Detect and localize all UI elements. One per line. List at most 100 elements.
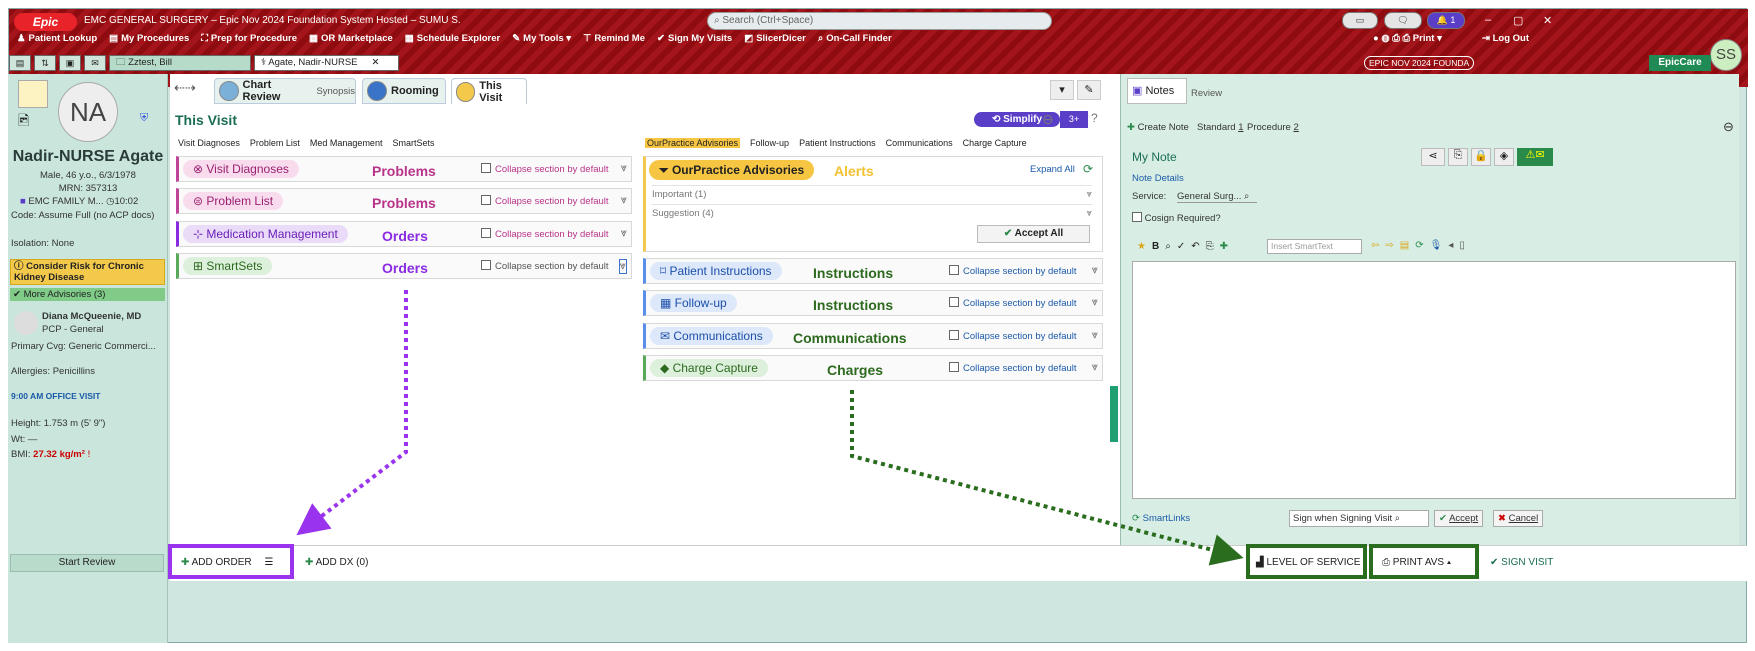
create-note-button[interactable]: ✚ Create Note: [1127, 122, 1189, 133]
notification-button[interactable]: 🔔 1: [1427, 12, 1465, 29]
back-forward-icon[interactable]: ⇠⇢: [174, 80, 196, 96]
section-communications[interactable]: ✉ Communications Communications Collapse…: [643, 323, 1103, 349]
chevron-down-icon[interactable]: ⩔: [621, 227, 627, 240]
chevron-down-icon[interactable]: ⩔: [1092, 264, 1098, 277]
chevron-down-icon[interactable]: ⩔: [1092, 329, 1098, 342]
smartlinks-link[interactable]: ⟳ SmartLinks: [1132, 513, 1190, 524]
ckd-alert[interactable]: ⓘ Consider Risk for Chronic Kidney Disea…: [10, 259, 165, 285]
collapse-checkbox[interactable]: Collapse section by default: [949, 330, 1077, 342]
logout-button[interactable]: ⇥ Log Out: [1482, 33, 1529, 44]
chevron-down-icon[interactable]: ⩔: [1092, 296, 1098, 309]
important-group[interactable]: Important (1) ⩔: [652, 185, 1092, 200]
help-icon[interactable]: ?: [1091, 111, 1098, 125]
toolbar-schedule-explorer[interactable]: ▦ Schedule Explorer: [405, 33, 500, 49]
tab-rooming[interactable]: Rooming: [362, 78, 446, 104]
jump-follow-up[interactable]: Follow-up: [750, 138, 789, 148]
toolbar-patient-lookup[interactable]: ♟ Patient Lookup: [17, 33, 97, 49]
warning-icon[interactable]: ⚠✉: [1517, 148, 1553, 166]
jump-smartsets[interactable]: SmartSets: [392, 138, 434, 148]
cosign-checkbox[interactable]: Cosign Required?: [1132, 212, 1221, 224]
jump-problem-list[interactable]: Problem List: [250, 138, 300, 148]
collapse-checkbox[interactable]: Collapse section by default: [481, 195, 609, 207]
bold-icon[interactable]: B: [1152, 241, 1159, 252]
arrow-left-icon[interactable]: ⇦: [1371, 240, 1379, 251]
note-editor[interactable]: [1132, 261, 1736, 499]
close-tab-icon[interactable]: ✕: [372, 57, 380, 68]
communications-header[interactable]: ✉ Communications: [650, 327, 773, 345]
sign-when-select[interactable]: Sign when Signing Visit ⌕: [1289, 510, 1429, 527]
jump-charge-capture[interactable]: Charge Capture: [963, 138, 1027, 148]
collapse-checkbox[interactable]: Collapse section by default: [949, 362, 1077, 374]
toolbar-or-marketplace[interactable]: ▦ OR Marketplace: [309, 33, 393, 49]
secure-chat-button[interactable]: ▭: [1342, 12, 1378, 29]
find-icon[interactable]: ⌕: [1165, 241, 1171, 252]
copy-icon[interactable]: ⎘: [1206, 241, 1214, 252]
patient-instructions-header[interactable]: ⌑ Patient Instructions: [650, 262, 782, 280]
problem-list-header[interactable]: ⊜ Problem List: [183, 192, 284, 210]
tab-notes[interactable]: ▣ Notes: [1127, 78, 1187, 104]
photo-icon[interactable]: 🖻: [18, 110, 29, 134]
chevron-down-icon[interactable]: ⩔: [621, 162, 627, 175]
add-icon[interactable]: ✚: [1220, 241, 1228, 252]
global-search-input[interactable]: ⌕ Search (Ctrl+Space): [707, 12, 1052, 30]
add-order-button[interactable]: ✚ ADD ORDER ☰: [181, 557, 273, 568]
mail-tab-icon[interactable]: ✉: [84, 55, 106, 71]
collapse-checkbox[interactable]: Collapse section by default: [949, 297, 1077, 309]
patient-avatar[interactable]: NA: [58, 82, 118, 142]
sticky-note-icon[interactable]: [18, 80, 48, 108]
shield-icon[interactable]: ⛨: [140, 112, 148, 125]
activity-menu-button[interactable]: ▾: [1050, 80, 1074, 100]
jump-patient-instructions[interactable]: Patient Instructions: [799, 138, 876, 148]
tag-icon[interactable]: ◈: [1494, 148, 1514, 166]
accept-all-button[interactable]: ✔ Accept All: [977, 225, 1090, 243]
advisories-header[interactable]: ⏷ OurPractice Advisories: [649, 160, 815, 180]
undo-icon[interactable]: ↶: [1191, 241, 1199, 252]
refresh-icon[interactable]: ⟳: [1083, 162, 1093, 176]
section-visit-diagnoses[interactable]: ⊗ Visit Diagnoses Problems Collapse sect…: [176, 156, 632, 182]
toolbar-slicerdicer[interactable]: ◩ SlicerDicer: [744, 33, 806, 49]
lock-icon[interactable]: 🔒: [1471, 148, 1491, 166]
jump-advisories[interactable]: OurPractice Advisories: [645, 138, 741, 148]
toolbar-my-procedures[interactable]: ▤ My Procedures: [109, 33, 189, 49]
chevron-down-icon[interactable]: ⩔: [621, 194, 627, 207]
smartsets-header[interactable]: ⊞ SmartSets: [183, 257, 273, 275]
jump-med-management[interactable]: Med Management: [310, 138, 383, 148]
tab-this-visit[interactable]: This Visit: [451, 78, 527, 104]
section-patient-instructions[interactable]: ⌑ Patient Instructions Instructions Coll…: [643, 258, 1103, 284]
section-follow-up[interactable]: ▦ Follow-up Instructions Collapse sectio…: [643, 290, 1103, 316]
procedure-note-button[interactable]: Procedure 2: [1247, 122, 1299, 133]
tab-review[interactable]: Review: [1191, 88, 1222, 99]
share-icon[interactable]: ⋖: [1421, 148, 1445, 166]
attach-icon[interactable]: ⎘: [1448, 148, 1468, 166]
accept-note-button[interactable]: ✔ Accept: [1434, 510, 1484, 527]
expand-all-link[interactable]: Expand All: [1030, 164, 1075, 175]
document-icon[interactable]: ▯: [1459, 240, 1465, 251]
spellcheck-icon[interactable]: ✓: [1177, 241, 1185, 252]
collapse-checkbox[interactable]: Collapse section by default: [481, 163, 609, 175]
chevron-down-icon[interactable]: ⩔: [618, 259, 627, 274]
inbasket-tab-icon[interactable]: ▣: [59, 55, 81, 71]
collapse-checkbox[interactable]: Collapse section by default: [949, 265, 1077, 277]
toolbar-icons[interactable]: ● ◍ ⎙ ⎙ Print ▾: [1373, 33, 1442, 44]
user-avatar[interactable]: SS: [1710, 39, 1742, 71]
standard-note-button[interactable]: Standard 1: [1197, 122, 1244, 133]
epic-logo[interactable]: Epic: [14, 13, 77, 31]
section-charge-capture[interactable]: ◆ Charge Capture Charges Collapse sectio…: [643, 355, 1103, 381]
toolbar-my-tools[interactable]: ✎ My Tools ▾: [512, 33, 571, 49]
service-field[interactable]: General Surg... ⌕: [1177, 191, 1257, 203]
more-advisories[interactable]: ✔ More Advisories (3): [10, 288, 165, 301]
med-management-header[interactable]: ⊹ Medication Management: [183, 225, 348, 243]
microphone-icon[interactable]: 🎙: [1430, 240, 1443, 251]
section-problem-list[interactable]: ⊜ Problem List Problems Collapse section…: [176, 188, 632, 214]
follow-up-header[interactable]: ▦ Follow-up: [650, 294, 737, 312]
toolbar-sign-visits[interactable]: ✔ Sign My Visits: [657, 33, 732, 49]
list-icon[interactable]: ☰: [264, 557, 273, 568]
layout-button[interactable]: 3+: [1060, 111, 1088, 128]
jump-communications[interactable]: Communications: [886, 138, 953, 148]
smarttext-input[interactable]: Insert SmartText: [1267, 239, 1362, 254]
collapse-checkbox[interactable]: Collapse section by default: [481, 228, 609, 240]
toolbar-remind-me[interactable]: ⊤ Remind Me: [583, 33, 645, 49]
wrench-icon[interactable]: ✎: [1077, 80, 1101, 100]
collapse-checkbox[interactable]: Collapse section by default: [481, 260, 609, 272]
home-tab-icon[interactable]: ▤: [9, 55, 31, 71]
